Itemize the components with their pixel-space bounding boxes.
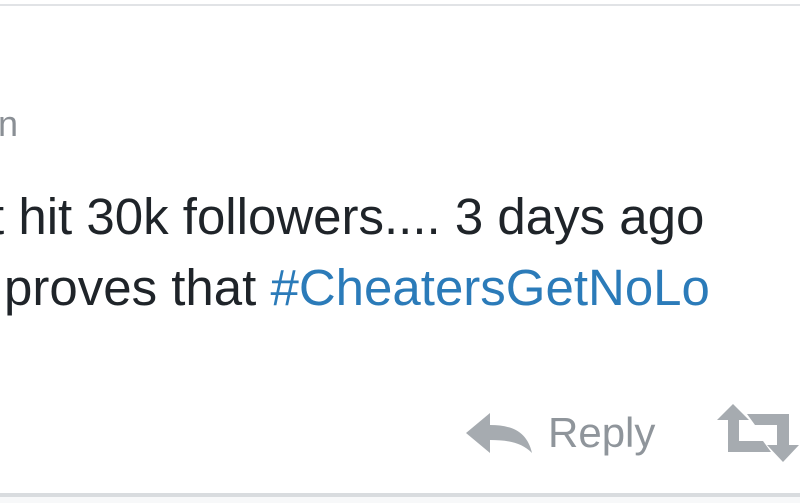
tweet-bottom-shade (0, 497, 800, 503)
tweet-top-divider (0, 4, 800, 6)
tweet-text-line-1: t hit 30k followers.... 3 days ago (0, 188, 705, 245)
tweet-card: n t hit 30k followers.... 3 days ago pro… (0, 0, 800, 503)
tweet-text-line-2: proves that #CheatersGetNoLo (4, 262, 710, 313)
tweet-meta-fragment: n (0, 103, 19, 144)
reply-icon (466, 412, 532, 454)
hashtag-link[interactable]: #CheatersGetNoLo (270, 259, 709, 316)
tweet-actions: Reply (0, 398, 800, 468)
reply-button[interactable]: Reply (466, 398, 655, 468)
tweet-text-line-2-prefix: proves that (4, 259, 271, 316)
reply-label: Reply (548, 409, 656, 456)
retweet-button[interactable] (714, 398, 800, 468)
retweet-icon (714, 402, 800, 464)
